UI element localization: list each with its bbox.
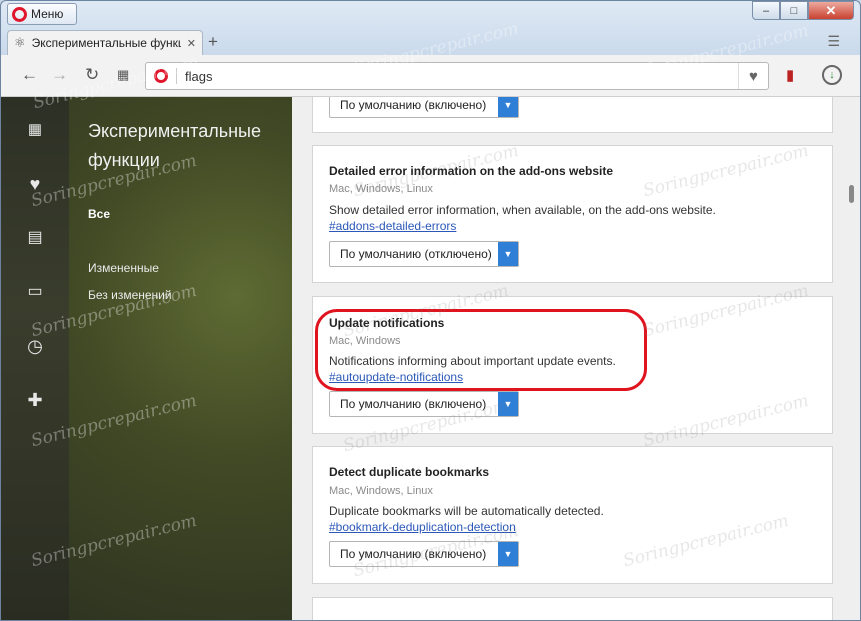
new-tab-button[interactable]: + <box>208 32 218 52</box>
chevron-down-icon: ▼ <box>498 392 518 416</box>
flag-description: Show detailed error information, when av… <box>329 203 716 217</box>
minimize-button[interactable]: – <box>752 1 780 20</box>
flag-link[interactable]: #bookmark-deduplication-detection <box>329 520 516 534</box>
flag-description: Notifications informing about important … <box>329 354 616 368</box>
address-bar[interactable]: flags ♥ <box>145 62 769 90</box>
chevron-down-icon: ▼ <box>498 242 518 266</box>
flag-title: Detailed error information on the add-on… <box>329 164 614 178</box>
address-separator <box>176 68 177 84</box>
select-value: По умолчанию (включено) <box>340 397 487 411</box>
flag-card <box>312 597 833 620</box>
flag-link[interactable]: #autoupdate-notifications <box>329 370 463 384</box>
tab-close-icon[interactable]: ✕ <box>187 37 196 50</box>
flag-card-addons-detailed-errors: Detailed error information on the add-on… <box>312 145 833 283</box>
flag-card-autoupdate-notifications: Update notifications Mac, Windows Notifi… <box>312 296 833 434</box>
tab-flags[interactable]: ⚛ Экспериментальные функции ✕ <box>7 30 203 55</box>
flag-card: По умолчанию (включено) ▼ <box>312 97 833 133</box>
forward-icon[interactable]: → <box>51 66 68 84</box>
flag-platforms: Mac, Windows, Linux <box>329 183 433 195</box>
select-value: По умолчанию (отключено) <box>340 247 492 261</box>
browser-window: Меню – □ ✕ ⚛ Экспериментальные функции ✕… <box>0 0 861 621</box>
title-bar: Меню – □ ✕ <box>1 1 860 29</box>
scrollbar-thumb[interactable] <box>849 185 854 203</box>
flag-title: Update notifications <box>329 316 445 330</box>
opera-menu-button[interactable]: Меню <box>7 3 77 25</box>
flags-side-panel: Экспериментальные функции Все Измененные… <box>69 97 292 620</box>
flask-icon: ⚛ <box>14 35 26 50</box>
close-window-button[interactable]: ✕ <box>808 1 854 20</box>
flag-select[interactable]: По умолчанию (включено) ▼ <box>329 391 519 417</box>
flag-select[interactable]: По умолчанию (включено) ▼ <box>329 97 519 118</box>
flag-card-bookmark-deduplication: Detect duplicate bookmarks Mac, Windows,… <box>312 446 833 584</box>
speed-dial-icon[interactable]: ▦ <box>23 119 47 141</box>
flag-platforms: Mac, Windows, Linux <box>329 485 433 497</box>
filter-changed[interactable]: Измененные <box>88 261 159 275</box>
history-icon[interactable]: ◷ <box>23 335 47 357</box>
filter-unchanged[interactable]: Без изменений <box>88 288 172 302</box>
devices-icon[interactable]: ▭ <box>23 281 47 303</box>
address-input[interactable]: flags <box>185 69 212 84</box>
speed-dial-icon[interactable]: ▦ <box>117 66 129 84</box>
back-icon[interactable]: ← <box>21 66 38 84</box>
flag-select[interactable]: По умолчанию (включено) ▼ <box>329 541 519 567</box>
flag-title: Detect duplicate bookmarks <box>329 465 490 479</box>
flags-list: По умолчанию (включено) ▼ Detailed error… <box>292 97 844 620</box>
chevron-down-icon: ▼ <box>498 542 518 566</box>
flag-select[interactable]: По умолчанию (отключено) ▼ <box>329 241 519 267</box>
page-title: Экспериментальные функции <box>88 121 261 170</box>
heart-icon[interactable]: ♥ <box>23 173 47 195</box>
scrollbar[interactable] <box>844 97 860 620</box>
extensions-icon[interactable]: ✚ <box>23 389 47 411</box>
news-icon[interactable]: ▤ <box>23 227 47 249</box>
bookmark-icon[interactable]: ▮ <box>786 66 794 84</box>
maximize-button[interactable]: □ <box>780 1 808 20</box>
opera-logo-icon <box>154 69 168 83</box>
reload-icon[interactable]: ↻ <box>85 66 99 84</box>
menu-label: Меню <box>31 7 64 21</box>
flag-link[interactable]: #addons-detailed-errors <box>329 219 456 233</box>
opera-logo-icon <box>12 6 27 22</box>
window-controls: – □ ✕ <box>752 1 854 20</box>
heart-icon[interactable]: ♥ <box>738 63 768 89</box>
sidebar-icon-rail: ▦ ♥ ▤ ▭ ◷ ✚ <box>1 97 69 620</box>
tab-bar: ⚛ Экспериментальные функции ✕ + ☰ <box>1 29 860 55</box>
toolbar: ← → ↻ ▦ flags ♥ ▮ ↓ <box>1 55 860 97</box>
flag-platforms: Mac, Windows <box>329 335 401 347</box>
chevron-down-icon: ▼ <box>498 97 518 117</box>
select-value: По умолчанию (включено) <box>340 547 487 561</box>
tab-menu-icon[interactable]: ☰ <box>827 33 840 50</box>
tab-title: Экспериментальные функции <box>31 36 181 50</box>
download-icon[interactable]: ↓ <box>822 65 842 85</box>
filter-all[interactable]: Все <box>88 207 110 221</box>
select-value: По умолчанию (включено) <box>340 98 487 112</box>
flag-description: Duplicate bookmarks will be automaticall… <box>329 504 604 518</box>
